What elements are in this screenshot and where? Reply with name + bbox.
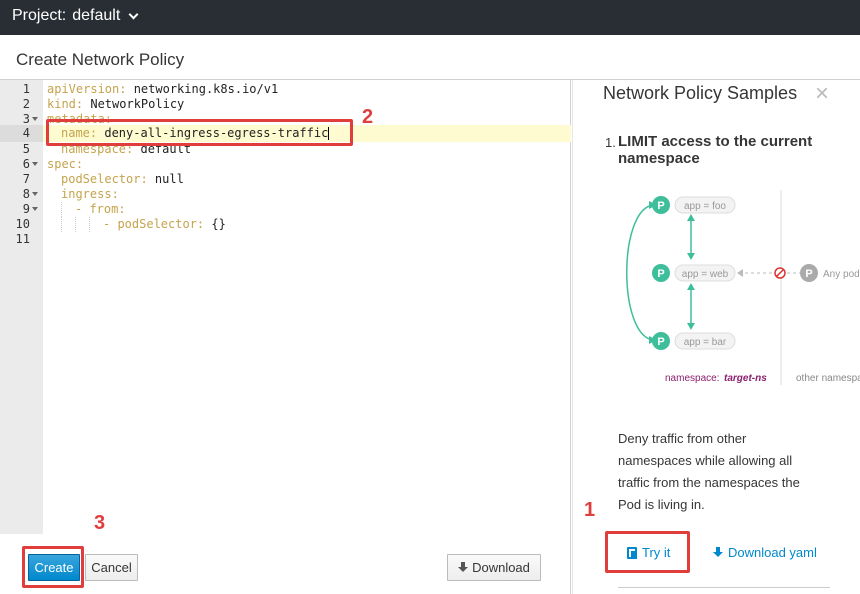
- project-label: Project:: [12, 7, 67, 24]
- pod-foo: P app = foo: [652, 196, 736, 214]
- editor-line: 9 - from:: [22, 202, 126, 217]
- svg-text:app = web: app = web: [682, 269, 729, 280]
- other-namespace-label: other namespace: [796, 373, 860, 384]
- pod-any: P Any pod: [800, 264, 860, 282]
- editor-line-active[interactable]: 4 name: deny-all-ingress-egress-traffic: [0, 125, 571, 142]
- svg-text:app = foo: app = foo: [684, 201, 726, 212]
- page-header: Create Network Policy: [0, 35, 860, 80]
- sample-number: 1.: [605, 135, 616, 150]
- fold-arrow-icon[interactable]: [32, 162, 38, 166]
- fold-arrow-icon[interactable]: [32, 117, 38, 121]
- sample-description: Deny traffic from other namespaces while…: [618, 431, 800, 512]
- chevron-down-icon: [128, 9, 139, 19]
- deny-icon: [774, 267, 786, 279]
- try-it-link[interactable]: Try it: [627, 545, 670, 560]
- svg-text:app = bar: app = bar: [684, 337, 727, 348]
- svg-text:P: P: [657, 268, 664, 280]
- try-it-label: Try it: [642, 545, 671, 560]
- namespace-value: target-ns: [724, 373, 767, 384]
- editor-line: 6 spec:: [22, 157, 84, 171]
- download-yaml-link[interactable]: Download yaml: [713, 545, 817, 560]
- svg-text:Any pod: Any pod: [823, 269, 860, 280]
- editor-line: 7 podSelector: null: [22, 172, 184, 186]
- sidebar-title: Network Policy Samples: [603, 83, 798, 103]
- download-icon: [458, 562, 469, 573]
- yaml-editor[interactable]: 1 apiVersion: networking.k8s.io/v1 2 kin…: [0, 80, 571, 534]
- editor-line: 10 - podSelector: {}: [15, 217, 226, 232]
- svg-text:P: P: [657, 336, 664, 348]
- close-icon[interactable]: ×: [815, 80, 829, 108]
- curved-arrow: [626, 204, 654, 341]
- arrow-foo-web: [687, 214, 695, 260]
- fold-arrow-icon[interactable]: [32, 192, 38, 196]
- editor-line: 11: [15, 232, 30, 246]
- pod-bar: P app = bar: [652, 332, 736, 350]
- svg-text:P: P: [805, 268, 812, 280]
- network-policy-diagram: P app = foo P app = web P app = bar P An…: [626, 190, 860, 385]
- blocked-arrow-head: [737, 269, 743, 277]
- sample-title: LIMIT access to the current namespace: [618, 133, 813, 167]
- namespace-label: namespace:: [665, 373, 719, 384]
- project-value: default: [72, 7, 121, 24]
- text-cursor: [328, 127, 330, 140]
- sample-divider: [618, 587, 830, 588]
- fold-arrow-icon[interactable]: [32, 207, 38, 211]
- editor-line: 2 kind: NetworkPolicy: [22, 97, 185, 111]
- top-bar: Project: default: [0, 0, 860, 35]
- download-yaml-label: Download yaml: [728, 545, 817, 560]
- editor-line: 8 ingress:: [22, 187, 119, 201]
- annotation-number-2: 2: [362, 106, 374, 128]
- action-bar: Create Cancel Download: [0, 534, 571, 594]
- editor-line: 1 apiVersion: networking.k8s.io/v1: [22, 82, 279, 96]
- download-label: Download: [472, 560, 530, 575]
- annotation-number-1: 1: [584, 499, 596, 521]
- download-button[interactable]: Download: [447, 554, 541, 581]
- arrow-web-bar: [687, 283, 695, 330]
- download-icon: [713, 547, 723, 558]
- editor-line: 5 namespace: default: [22, 142, 192, 156]
- svg-text:P: P: [657, 200, 664, 212]
- annotation-number-3: 3: [94, 512, 106, 534]
- clipboard-icon: [627, 546, 637, 559]
- create-button[interactable]: Create: [28, 554, 80, 581]
- page-title: Create Network Policy: [16, 50, 185, 69]
- project-selector[interactable]: Project: default: [12, 7, 139, 25]
- pod-web: P app = web: [652, 264, 736, 282]
- cancel-button[interactable]: Cancel: [85, 554, 138, 581]
- samples-sidebar: Network Policy Samples × 1. LIMIT access…: [572, 80, 860, 594]
